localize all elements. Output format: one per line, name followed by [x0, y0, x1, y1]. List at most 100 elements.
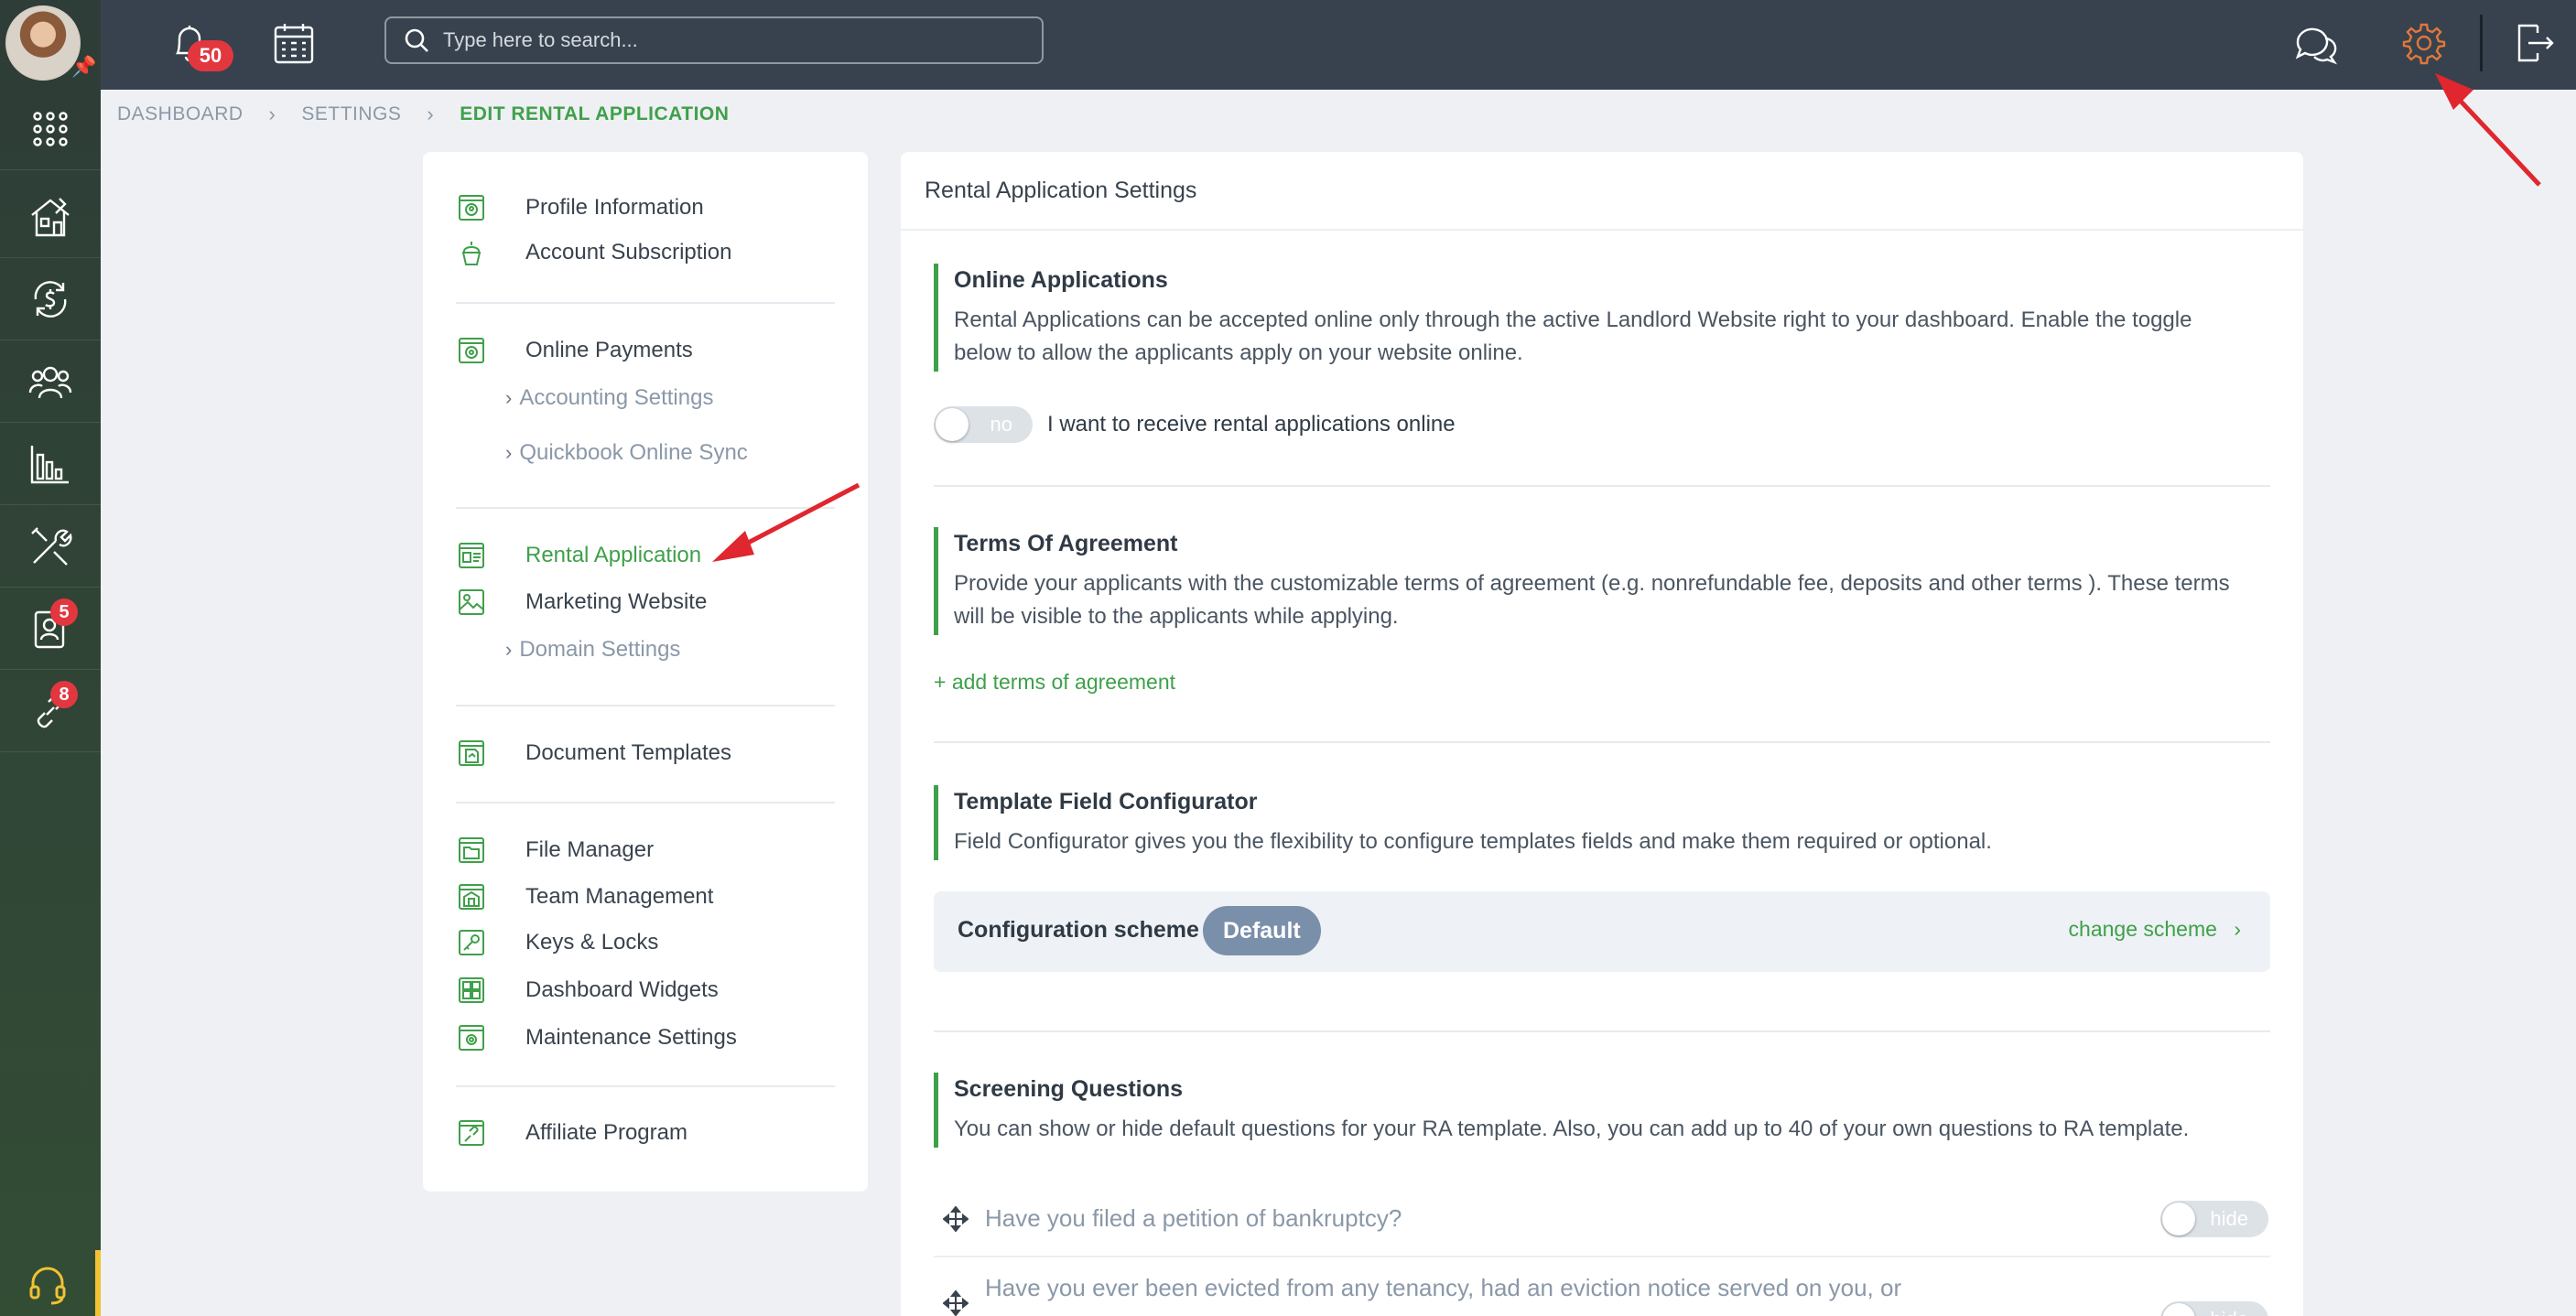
toggle-knob [936, 408, 969, 441]
toggle-state-text: hide [2210, 1207, 2248, 1230]
menu-accounting-settings[interactable]: › Accounting Settings [505, 382, 713, 415]
menu-account-subscription[interactable]: Account Subscription [456, 234, 731, 271]
menu-online-payments[interactable]: Online Payments [456, 332, 693, 369]
rental-application-settings-panel: Rental Application Settings Online Appli… [901, 152, 2303, 1316]
calendar-icon [274, 24, 314, 64]
calendar-button[interactable] [262, 11, 326, 75]
toggle-knob [2162, 1303, 2195, 1316]
drag-handle-icon[interactable] [942, 1289, 969, 1316]
maintenance-button[interactable] [0, 505, 101, 588]
menu-divider [456, 302, 835, 304]
affiliate-button[interactable]: 8 [0, 670, 101, 752]
pin-icon[interactable]: 📌 [71, 55, 96, 79]
section-divider [934, 1030, 2270, 1032]
search-input[interactable] [443, 28, 992, 52]
menu-dashboard-widgets[interactable]: Dashboard Widgets [456, 972, 719, 1009]
menu-file-manager[interactable]: File Manager [456, 832, 654, 868]
people-icon [28, 366, 72, 398]
menu-domain-settings[interactable]: › Domain Settings [505, 633, 680, 666]
toggle-knob [2162, 1203, 2195, 1235]
widgets-icon [456, 975, 487, 1006]
menu-label: Marketing Website [525, 589, 708, 614]
tools-icon [31, 526, 72, 566]
cupcake-icon [456, 237, 487, 268]
menu-divider [456, 1085, 835, 1087]
properties-button[interactable] [0, 176, 101, 258]
section-divider [934, 741, 2270, 743]
menu-label: Rental Application [525, 543, 702, 567]
drag-handle-icon[interactable] [942, 1205, 969, 1233]
menu-team-management[interactable]: Team Management [456, 879, 713, 915]
menu-label: File Manager [525, 837, 655, 862]
chevron-right-icon: › [427, 102, 435, 125]
money-cycle-icon [34, 280, 67, 318]
search-icon [405, 28, 428, 52]
chevron-right-icon: › [505, 441, 513, 464]
submenu-label: Accounting Settings [519, 385, 714, 410]
menu-quickbook-online-sync[interactable]: › Quickbook Online Sync [505, 437, 748, 469]
chat-button[interactable] [2283, 11, 2347, 75]
payments-button[interactable] [0, 258, 101, 340]
maintenance-gear-icon [456, 1022, 487, 1053]
breadcrumb-settings[interactable]: SETTINGS [301, 103, 401, 125]
key-icon [456, 927, 487, 958]
chevron-right-icon: › [2234, 917, 2241, 941]
menu-label: Profile Information [525, 195, 704, 220]
menu-keys-locks[interactable]: Keys & Locks [456, 924, 658, 961]
menu-label: Team Management [525, 884, 714, 909]
bar-chart-icon [30, 445, 69, 483]
reports-button[interactable] [0, 423, 101, 505]
apps-grid-button[interactable] [0, 88, 101, 170]
affiliate-icon [456, 1117, 487, 1149]
image-icon [456, 587, 487, 618]
menu-label: Keys & Locks [525, 930, 659, 955]
chat-bubbles-icon [2295, 27, 2338, 65]
search-field[interactable] [384, 16, 1044, 64]
header-separator [2480, 15, 2483, 71]
submenu-label: Domain Settings [519, 637, 681, 662]
add-terms-link[interactable]: + add terms of agreement [934, 670, 1175, 695]
toggle-state-text: no [990, 413, 1012, 436]
top-header: 50 [101, 0, 2576, 90]
question-visibility-toggle[interactable]: hide [2160, 1301, 2268, 1316]
menu-maintenance-settings[interactable]: Maintenance Settings [456, 1019, 737, 1056]
change-scheme-link[interactable]: change scheme › [2069, 917, 2241, 942]
logout-button[interactable] [2501, 11, 2565, 75]
menu-affiliate-program[interactable]: Affiliate Program [456, 1115, 687, 1151]
breadcrumb-current: EDIT RENTAL APPLICATION [460, 103, 730, 124]
breadcrumb-dashboard[interactable]: DASHBOARD [117, 103, 244, 125]
chevron-right-icon: › [505, 638, 513, 661]
question-visibility-toggle[interactable]: hide [2160, 1201, 2268, 1237]
screening-question-row: Have you ever been evicted from any tena… [934, 1257, 2270, 1316]
tenants-button[interactable] [0, 340, 101, 423]
house-icon [31, 197, 70, 236]
section-accent-bar [934, 527, 938, 635]
menu-divider [456, 802, 835, 804]
menu-marketing-website[interactable]: Marketing Website [456, 584, 707, 620]
screening-question-row: Have you filed a petition of bankruptcy?… [934, 1181, 2270, 1257]
team-icon [456, 881, 487, 912]
folder-icon [456, 835, 487, 866]
apps-grid-icon [33, 111, 68, 146]
online-applications-description: Rental Applications can be accepted onli… [954, 307, 2192, 365]
menu-label: Dashboard Widgets [525, 977, 719, 1002]
settings-button[interactable] [2392, 11, 2456, 75]
online-applications-toggle[interactable]: no [934, 406, 1033, 443]
settings-menu: Profile Information Account Subscription… [423, 152, 868, 1192]
support-button[interactable] [0, 1250, 101, 1316]
menu-label: Maintenance Settings [525, 1025, 737, 1050]
menu-rental-application[interactable]: Rental Application [456, 537, 701, 574]
menu-label: Affiliate Program [525, 1120, 687, 1145]
notifications-badge: 50 [188, 40, 233, 71]
configuration-scheme-box: Configuration scheme Default change sche… [934, 891, 2270, 972]
menu-document-templates[interactable]: Document Templates [456, 735, 731, 771]
user-avatar[interactable] [5, 5, 81, 81]
payments-icon [456, 335, 487, 366]
terms-of-agreement-description: Provide your applicants with the customi… [954, 571, 2230, 629]
profile-icon [456, 192, 487, 223]
application-icon [456, 540, 487, 571]
breadcrumb: DASHBOARD › SETTINGS › EDIT RENTAL APPLI… [117, 101, 729, 128]
leads-button[interactable]: 5 [0, 588, 101, 670]
template-configurator-description: Field Configurator gives you the flexibi… [954, 829, 1992, 854]
menu-profile-information[interactable]: Profile Information [456, 189, 704, 226]
